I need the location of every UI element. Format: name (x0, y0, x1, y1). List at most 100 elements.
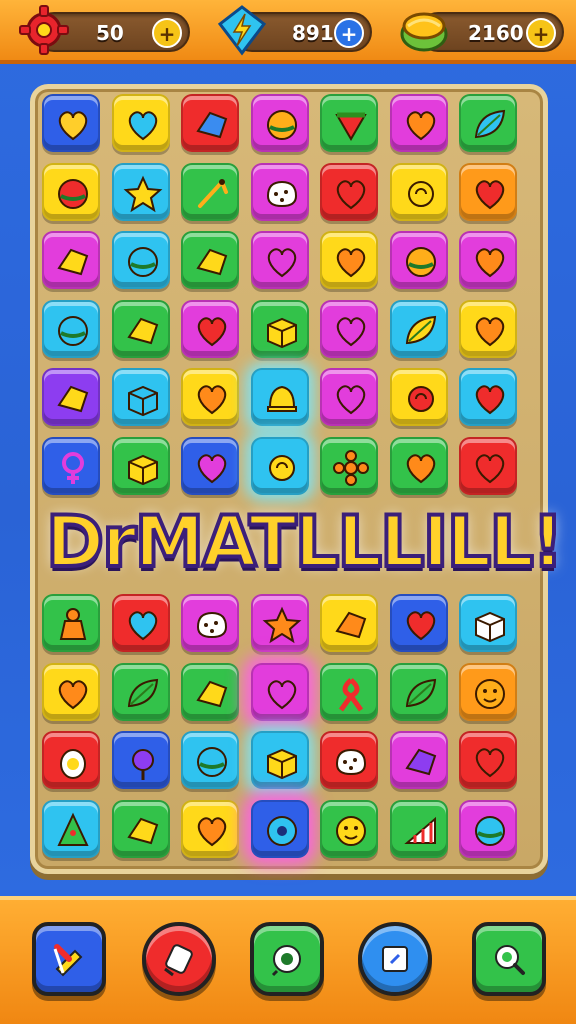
candy-tile-a6-5[interactable] (320, 436, 378, 495)
candy-tile-a5-5[interactable] (320, 368, 378, 426)
search-button[interactable] (472, 922, 546, 996)
candy-tile-b2-1[interactable] (42, 662, 100, 721)
candy-tile-b1-2[interactable] (111, 594, 170, 652)
candy-tile-a3-1[interactable] (42, 231, 100, 289)
shuffle-button[interactable] (142, 922, 216, 996)
box-candy-icon (127, 454, 158, 485)
heart-candy-icon (475, 385, 505, 415)
face-candy-icon (475, 678, 505, 709)
candy-tile-b2-5[interactable] (320, 662, 378, 721)
tree-candy-icon (57, 812, 89, 846)
candy-tile-a1-1[interactable] (42, 94, 100, 152)
candy-tile-a4-6[interactable] (389, 299, 448, 358)
candy-tile-b4-4[interactable] (250, 799, 309, 858)
heart-candy-icon (267, 248, 296, 278)
ball-candy-icon (405, 247, 436, 277)
candy-tile-a5-4[interactable] (250, 368, 309, 426)
leaf-candy-icon (405, 315, 436, 344)
gear-energy-icon (18, 4, 70, 56)
candy-tile-a5-7[interactable] (459, 368, 517, 426)
candy-tile-a3-2[interactable] (111, 231, 170, 289)
candy-tile-b4-3[interactable] (181, 799, 239, 858)
candy-tile-b1-7[interactable] (459, 594, 517, 652)
candy-tile-a6-4[interactable] (250, 436, 309, 495)
ball-candy-icon (197, 747, 227, 777)
candy-tile-a6-7[interactable] (459, 436, 517, 495)
gem-candy-icon (196, 111, 228, 139)
candy-tile-a2-3[interactable] (181, 162, 239, 221)
candy-tile-a3-3[interactable] (181, 231, 239, 289)
add-gem-button[interactable]: + (334, 18, 364, 48)
candy-tile-a1-2[interactable] (111, 94, 170, 152)
swap-button[interactable] (358, 922, 432, 996)
candy-tile-a2-2[interactable] (111, 162, 170, 221)
candy-tile-b1-4[interactable] (250, 594, 309, 652)
candy-tile-a2-4[interactable] (250, 162, 309, 221)
candy-tile-b2-7[interactable] (459, 662, 517, 721)
candy-tile-b4-5[interactable] (320, 799, 378, 858)
candy-tile-b3-4[interactable] (250, 731, 309, 789)
candy-tile-a2-7[interactable] (459, 162, 517, 221)
candy-tile-a2-1[interactable] (42, 162, 100, 221)
candy-tile-b1-1[interactable] (42, 594, 100, 652)
candy-tile-a4-2[interactable] (111, 299, 170, 358)
candy-tile-a6-6[interactable] (389, 436, 448, 495)
candy-tile-a1-3[interactable] (181, 94, 239, 152)
candy-tile-a4-4[interactable] (250, 299, 309, 358)
candy-tile-a6-2[interactable] (111, 436, 170, 495)
candy-tile-b3-1[interactable] (42, 731, 100, 789)
candy-tile-b2-6[interactable] (389, 662, 448, 721)
candy-tile-a2-5[interactable] (320, 162, 378, 221)
candy-tile-a6-1[interactable] (42, 436, 100, 495)
heart-candy-icon (197, 816, 227, 846)
ball-candy-icon (58, 178, 88, 209)
candy-tile-a1-5[interactable] (320, 94, 378, 152)
candy-tile-b2-4[interactable] (250, 662, 309, 721)
candy-tile-a5-2[interactable] (111, 368, 170, 426)
candy-tile-a5-1[interactable] (42, 368, 100, 426)
candy-tile-b2-3[interactable] (181, 662, 239, 721)
candy-tile-a3-7[interactable] (459, 231, 517, 289)
candy-tile-a4-1[interactable] (42, 299, 100, 358)
candy-tile-b1-5[interactable] (320, 594, 378, 652)
cookie-candy-icon (196, 611, 228, 639)
candy-tile-b4-1[interactable] (42, 799, 100, 858)
candy-tile-a1-7[interactable] (459, 94, 517, 152)
candy-tile-b4-2[interactable] (111, 799, 170, 858)
candy-tile-b2-2[interactable] (111, 662, 170, 721)
candy-tile-b3-2[interactable] (111, 731, 170, 789)
gem-candy-icon (196, 680, 228, 707)
candy-tile-b4-6[interactable] (389, 799, 448, 858)
candy-tile-a1-4[interactable] (250, 94, 309, 152)
candy-tile-b3-6[interactable] (389, 731, 448, 789)
candy-tile-a5-3[interactable] (181, 368, 239, 426)
glove-icon (164, 944, 193, 977)
candy-tile-a4-7[interactable] (459, 299, 517, 358)
candy-tile-a2-6[interactable] (389, 162, 448, 221)
candy-tile-b1-3[interactable] (181, 594, 239, 652)
candy-tile-a6-3[interactable] (181, 436, 239, 495)
candy-candy-icon (131, 749, 154, 780)
add-energy-button[interactable]: + (152, 18, 182, 48)
cookie-candy-icon (335, 748, 367, 776)
candy-tile-b3-5[interactable] (320, 731, 378, 789)
candy-tile-a4-5[interactable] (320, 299, 378, 358)
hammer-icon (53, 944, 83, 977)
candy-tile-a5-6[interactable] (389, 368, 448, 426)
heart-candy-icon (58, 679, 88, 709)
ball-candy-icon (475, 815, 505, 846)
candy-tile-a1-6[interactable] (389, 94, 448, 152)
add-coin-button[interactable]: + (526, 18, 556, 48)
bomb-button[interactable] (250, 922, 324, 996)
fruit-coin-icon (398, 6, 450, 54)
hammer-button[interactable] (32, 922, 106, 996)
gem-candy-icon (335, 611, 367, 639)
candy-tile-b1-6[interactable] (389, 594, 448, 652)
candy-tile-b3-7[interactable] (459, 731, 517, 789)
candy-tile-a4-3[interactable] (181, 299, 239, 358)
candy-tile-a3-5[interactable] (320, 231, 378, 289)
candy-tile-a3-6[interactable] (389, 231, 448, 289)
candy-tile-a3-4[interactable] (250, 231, 309, 289)
candy-tile-b4-7[interactable] (459, 799, 517, 858)
candy-tile-b3-3[interactable] (181, 731, 239, 789)
